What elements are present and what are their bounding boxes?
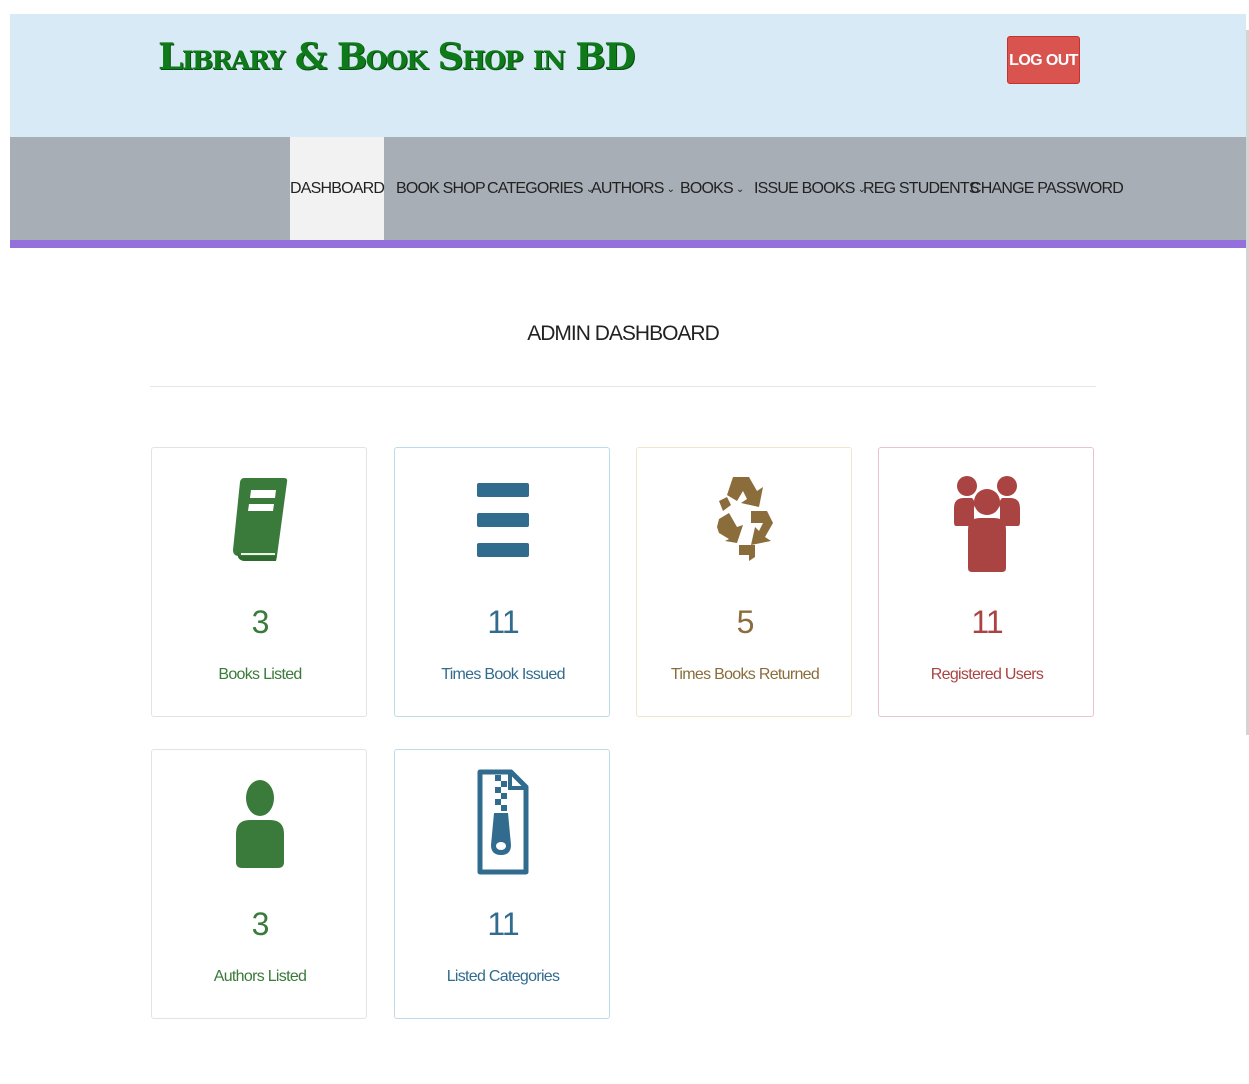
nav-item-label: DASHBOARD [290,180,385,197]
nav-item-label: BOOK SHOP [396,180,486,197]
nav-item-dashboard[interactable]: DASHBOARD [290,137,385,240]
nav-item-label: CHANGE PASSWORD [970,180,1124,197]
nav-item-label: CATEGORIES [487,180,584,197]
nav-item-change-password[interactable]: CHANGE PASSWORD [970,137,1124,240]
nav-item-authors[interactable]: AUTHORS ⌄ [591,137,675,240]
recycle-icon [637,466,853,574]
stat-label: Times Book Issued [441,666,565,683]
nav-item-label: BOOKS [680,180,734,197]
stat-count: 3 [251,604,270,640]
stat-count: 5 [736,604,755,640]
stat-label: Registered Users [930,666,1044,683]
logout-button[interactable]: LOG OUT [1007,36,1080,84]
users-icon [879,466,1095,574]
page: Library & Book Shop in BD LOG OUT DASHBO… [0,0,1249,1084]
title-divider [150,386,1096,387]
stat-card-listed-categories[interactable]: 11 Listed Categories [394,749,610,1019]
user-icon [152,768,368,876]
stat-card-books-listed[interactable]: 3 Books Listed [151,447,367,717]
stat-label: Times Books Returned [670,666,820,683]
chevron-down-icon: ⌄ [666,184,675,195]
navbar-accent-bar [10,240,1246,248]
nav-item-books[interactable]: BOOKS ⌄ [680,137,744,240]
nav-item-categories[interactable]: CATEGORIES ⌄ [487,137,594,240]
stat-label: Authors Listed [213,968,307,985]
stat-count: 3 [251,906,270,942]
book-icon [152,466,368,574]
nav-item-book-shop[interactable]: BOOK SHOP [396,137,486,240]
page-title: ADMIN DASHBOARD [527,322,720,345]
site-brand-logo[interactable]: Library & Book Shop in BD [158,36,635,78]
stat-label: Listed Categories [446,968,560,985]
stat-card-times-book-issued[interactable]: 11 Times Book Issued [394,447,610,717]
stat-count: 11 [487,604,519,640]
chevron-down-icon: ⌄ [735,184,744,195]
stat-count: 11 [971,604,1003,640]
nav-item-label: REG STUDENTS [863,180,980,197]
file-archive-icon [395,768,611,876]
stat-card-authors-listed[interactable]: 3 Authors Listed [151,749,367,1019]
stat-card-times-books-returned[interactable]: 5 Times Books Returned [636,447,852,717]
stat-count: 11 [487,906,519,942]
nav-item-issue-books[interactable]: ISSUE BOOKS ⌄ [754,137,866,240]
stat-label: Books Listed [218,666,302,683]
nav-item-label: ISSUE BOOKS [754,180,855,197]
site-header: Library & Book Shop in BD LOG OUT [10,14,1246,137]
nav-item-reg-students[interactable]: REG STUDENTS [863,137,980,240]
nav-item-label: AUTHORS [591,180,664,197]
bars-icon [395,466,611,574]
stat-card-registered-users[interactable]: 11 Registered Users [878,447,1094,717]
